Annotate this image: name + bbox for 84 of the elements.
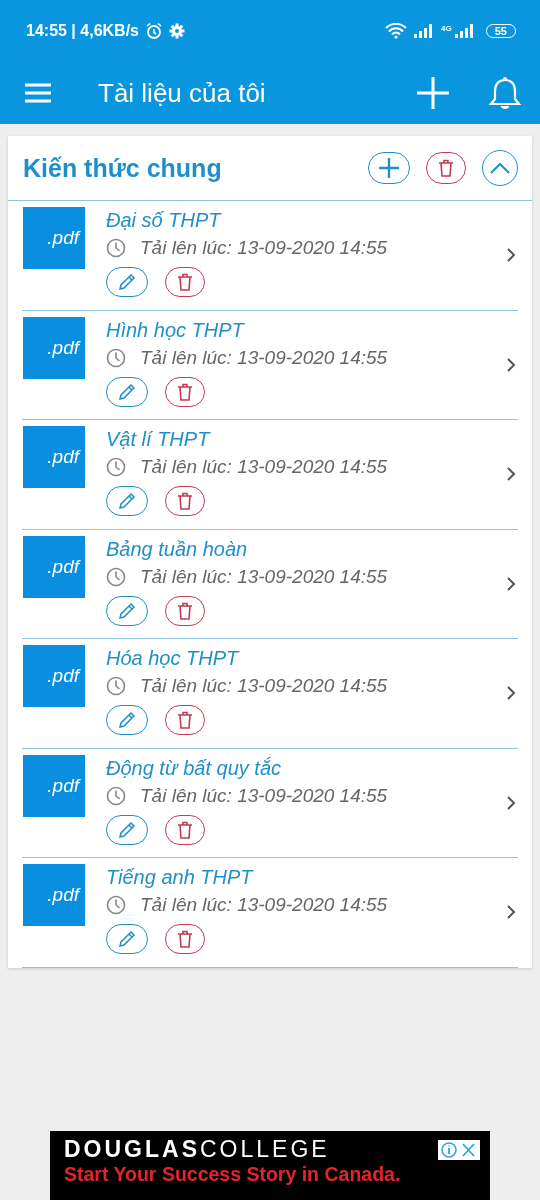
upload-time: Tải lên lúc: 13-09-2020 14:55: [140, 894, 388, 916]
app-title: Tài liệu của tôi: [98, 77, 266, 109]
ad-tagline: Start Your Success Story in Canada.: [64, 1163, 402, 1186]
upload-time: Tải lên lúc: 13-09-2020 14:55: [140, 237, 388, 259]
chevron-right-icon[interactable]: [506, 685, 516, 701]
pencil-icon: [117, 929, 137, 949]
trash-icon: [438, 159, 454, 177]
upload-time: Tải lên lúc: 13-09-2020 14:55: [140, 675, 388, 697]
delete-button[interactable]: [165, 705, 205, 735]
alarm-icon: [145, 22, 163, 40]
pencil-icon: [117, 272, 137, 292]
edit-button[interactable]: [106, 486, 148, 516]
trash-icon: [177, 711, 193, 729]
delete-button[interactable]: [165, 376, 205, 407]
pdf-thumbnail: .pdf: [23, 864, 85, 926]
chevron-right-icon[interactable]: [506, 904, 516, 920]
clock-icon: [106, 457, 126, 477]
collapse-button[interactable]: [482, 150, 518, 186]
upload-time: Tải lên lúc: 13-09-2020 14:55: [140, 346, 388, 369]
chevron-up-icon: [489, 161, 511, 175]
delete-button[interactable]: [165, 595, 205, 626]
document-name[interactable]: Đại số THPT: [106, 209, 506, 232]
network-label: 4G: [441, 24, 452, 33]
delete-button[interactable]: [165, 814, 205, 845]
pencil-icon: [117, 819, 137, 840]
clock-icon: [106, 347, 126, 368]
clock-icon: [106, 676, 126, 696]
chevron-right-icon[interactable]: [506, 575, 516, 592]
trash-icon: [177, 930, 193, 948]
bell-button[interactable]: [488, 75, 522, 111]
trash-icon: [177, 820, 193, 839]
ad-brand: DOUGLAS COLLEGE: [64, 1136, 330, 1163]
clock-icon: [106, 895, 126, 915]
document-name[interactable]: Tiếng anh THPT: [106, 866, 506, 889]
pdf-thumbnail: .pdf: [23, 316, 85, 379]
add-button[interactable]: [416, 76, 450, 110]
upload-time: Tải lên lúc: 13-09-2020 14:55: [140, 784, 388, 807]
status-time: 14:55 | 4,6KB/s: [26, 22, 139, 40]
document-name[interactable]: Động từ bất quy tắc: [106, 756, 506, 780]
document-name[interactable]: Hóa học THPT: [106, 647, 506, 670]
section-title: Kiến thức chung: [23, 153, 222, 183]
chevron-right-icon[interactable]: [506, 356, 516, 373]
pencil-icon: [117, 600, 137, 621]
ad-banner[interactable]: DOUGLAS COLLEGE Start Your Success Story in Canada.: [50, 1131, 490, 1200]
menu-button[interactable]: [24, 82, 52, 104]
document-name[interactable]: Vật lí THPT: [106, 428, 506, 451]
gear-icon: [169, 23, 185, 39]
document-name[interactable]: Bảng tuần hoàn: [106, 537, 506, 561]
document-name[interactable]: Hình học THPT: [106, 318, 506, 342]
ad-info-close-icon[interactable]: [438, 1139, 480, 1160]
edit-button[interactable]: [106, 924, 148, 954]
signal-icon: [453, 24, 474, 38]
trash-icon: [177, 273, 193, 291]
clock-icon: [106, 566, 126, 587]
wifi-icon: [385, 23, 408, 39]
pdf-thumbnail: .pdf: [23, 207, 85, 269]
edit-button[interactable]: [106, 814, 148, 845]
pdf-thumbnail: .pdf: [23, 754, 85, 817]
add-document-button[interactable]: [368, 152, 410, 184]
upload-time: Tải lên lúc: 13-09-2020 14:55: [140, 565, 388, 588]
pdf-thumbnail: .pdf: [23, 535, 85, 598]
pdf-thumbnail: .pdf: [23, 426, 85, 488]
delete-button[interactable]: [165, 486, 205, 516]
trash-icon: [177, 601, 193, 620]
chevron-right-icon[interactable]: [506, 466, 516, 482]
chevron-right-icon[interactable]: [506, 794, 516, 811]
pencil-icon: [117, 710, 137, 730]
edit-button[interactable]: [106, 705, 148, 735]
pdf-thumbnail: .pdf: [23, 645, 85, 707]
pencil-icon: [117, 491, 137, 511]
trash-icon: [177, 382, 193, 401]
trash-icon: [177, 492, 193, 510]
edit-button[interactable]: [106, 267, 148, 297]
clock-icon: [106, 238, 126, 258]
edit-button[interactable]: [106, 595, 148, 626]
delete-section-button[interactable]: [426, 152, 466, 184]
delete-button[interactable]: [165, 924, 205, 954]
plus-icon: [377, 156, 401, 180]
pencil-icon: [117, 381, 137, 402]
edit-button[interactable]: [106, 376, 148, 407]
chevron-right-icon[interactable]: [506, 247, 516, 263]
delete-button[interactable]: [165, 267, 205, 297]
upload-time: Tải lên lúc: 13-09-2020 14:55: [140, 456, 388, 478]
clock-icon: [106, 785, 126, 806]
